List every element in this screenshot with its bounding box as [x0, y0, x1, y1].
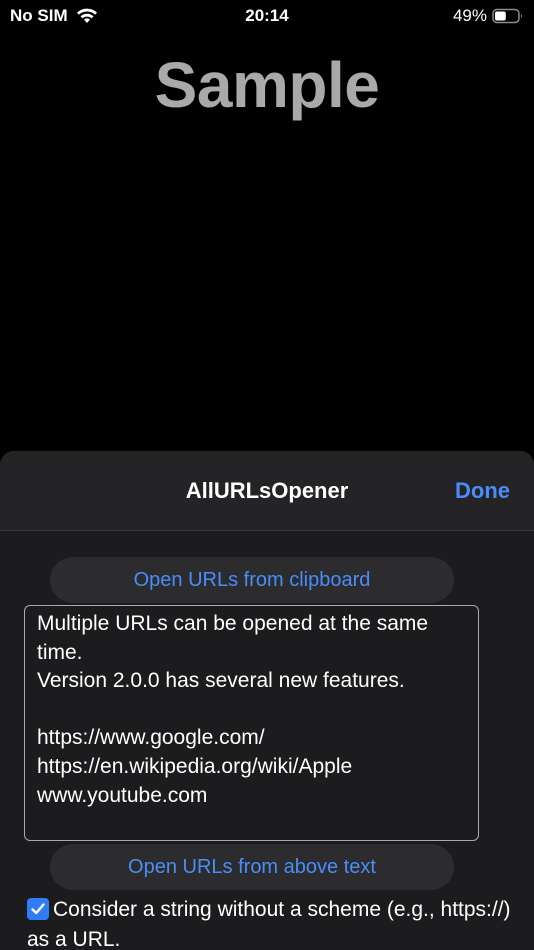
sheet-header: AllURLsOpener Done — [0, 451, 534, 531]
option-label: Consider a string without a scheme (e.g.… — [27, 898, 511, 950]
open-text-button[interactable]: Open URLs from above text — [50, 844, 454, 890]
battery-icon — [492, 8, 524, 24]
battery-group: 49% — [453, 6, 524, 26]
checkmark-icon — [31, 903, 45, 915]
sheet-title: AllURLsOpener — [185, 478, 349, 503]
share-sheet: AllURLsOpener Done Open URLs from clipbo… — [0, 451, 534, 950]
battery-percent: 49% — [452, 6, 487, 25]
done-button[interactable]: Done — [455, 478, 510, 504]
url-text-area[interactable]: Multiple URLs can be opened at the same … — [24, 605, 479, 841]
background-title: Sample — [154, 49, 380, 121]
checkbox[interactable] — [27, 898, 49, 920]
status-bar: No SIM 20:14 49% — [0, 0, 534, 32]
scheme-option[interactable]: Consider a string without a scheme (e.g.… — [27, 895, 517, 950]
open-clipboard-button[interactable]: Open URLs from clipboard — [50, 557, 454, 603]
